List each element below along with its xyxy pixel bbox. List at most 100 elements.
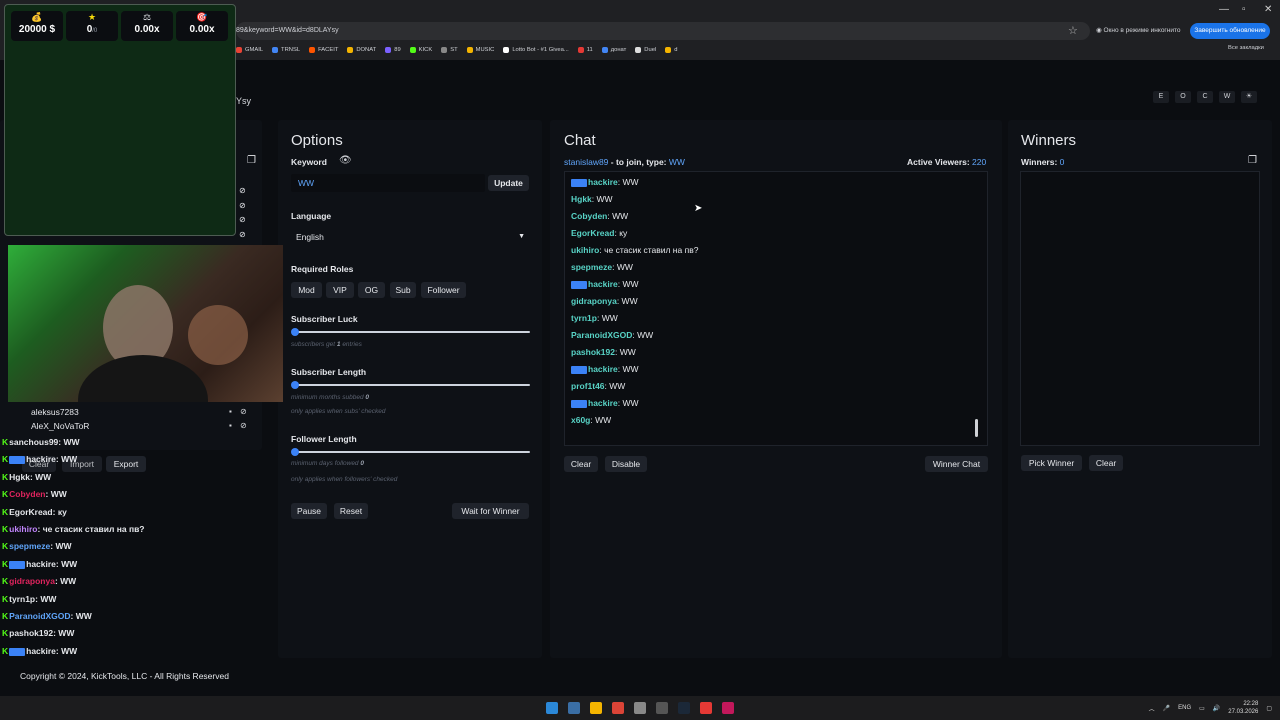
bookmark-label: донат xyxy=(610,47,627,53)
chat-username[interactable]: Hgkk xyxy=(571,194,592,204)
role-toggle-vip[interactable]: VIP xyxy=(326,282,354,298)
bookmark-item[interactable]: d xyxy=(665,43,677,57)
top-button[interactable]: W xyxy=(1219,91,1235,103)
keyword-input[interactable]: WW xyxy=(291,174,485,192)
sub-luck-slider[interactable] xyxy=(295,331,530,333)
bookmark-item[interactable]: 89 xyxy=(385,43,401,57)
language-select[interactable]: English ▼ xyxy=(291,228,529,246)
bookmark-item[interactable]: Duel xyxy=(635,43,656,57)
ban-icon[interactable]: ⊘ xyxy=(239,215,246,224)
chat-username[interactable]: pashok192 xyxy=(571,347,615,357)
chat-username[interactable]: prof1t46 xyxy=(571,381,605,391)
volume-icon[interactable]: 🔊 xyxy=(1213,705,1220,712)
network-icon[interactable]: ▭ xyxy=(1199,705,1205,712)
bookmark-item[interactable]: DONAT xyxy=(347,43,376,57)
copy-icon[interactable]: ❐ xyxy=(1248,155,1257,166)
role-toggle-sub[interactable]: Sub xyxy=(390,282,416,298)
top-button[interactable]: C xyxy=(1197,91,1213,103)
chat-username[interactable]: ParanoidXGOD xyxy=(571,330,632,340)
steam-icon[interactable] xyxy=(678,702,690,714)
settings-icon[interactable] xyxy=(656,702,668,714)
chevron-up-icon[interactable]: ︿ xyxy=(1149,704,1155,713)
remove-icon[interactable]: ▪ xyxy=(229,421,232,430)
wait-for-winner-button[interactable]: Wait for Winner xyxy=(452,503,529,519)
bookmark-item[interactable]: Lotto Bot - #1 Givea... xyxy=(503,43,569,57)
address-bar[interactable]: 89&keyword=WW&id=d8DLAYsy xyxy=(236,22,1090,40)
role-toggle-follower[interactable]: Follower xyxy=(421,282,466,298)
eye-icon[interactable]: 👁 xyxy=(339,155,352,166)
browser-update-button[interactable]: Завершить обновление xyxy=(1190,23,1270,39)
chat-username[interactable]: hackire xyxy=(588,364,618,374)
chat-username[interactable]: EgorKread xyxy=(571,228,614,238)
notification-icon[interactable]: ▢ xyxy=(1266,705,1272,712)
chat-text: WW xyxy=(622,279,639,289)
chat-username[interactable]: x60g xyxy=(571,415,590,425)
app-icon[interactable] xyxy=(722,702,734,714)
mic-icon[interactable]: 🎤 xyxy=(1163,705,1170,712)
ban-icon[interactable]: ⊘ xyxy=(239,230,246,239)
maximize-icon[interactable]: ▫ xyxy=(1242,4,1246,15)
ban-icon[interactable]: ⊘ xyxy=(239,186,246,195)
top-button[interactable]: E xyxy=(1153,91,1169,103)
top-button[interactable]: O xyxy=(1175,91,1191,103)
sub-luck-knob[interactable] xyxy=(291,328,299,336)
close-icon[interactable]: ✕ xyxy=(1264,4,1272,15)
chat-scrollbar[interactable] xyxy=(975,419,978,437)
chat-username[interactable]: spepmeze xyxy=(571,262,612,272)
bookmark-item[interactable]: MUSIC xyxy=(466,43,494,57)
ban-icon[interactable]: ⊘ xyxy=(239,201,246,210)
kick-chat-username: ParanoidXGOD xyxy=(9,611,71,621)
winners-clear-button[interactable]: Clear xyxy=(1089,455,1123,471)
chat-username[interactable]: Cobyden xyxy=(571,211,607,221)
chat-username[interactable]: hackire xyxy=(588,177,618,187)
chat-clear-button[interactable]: Clear xyxy=(564,456,598,472)
minimize-icon[interactable]: — xyxy=(1219,4,1229,15)
bookmark-item[interactable]: 11 xyxy=(577,43,593,57)
reset-button[interactable]: Reset xyxy=(334,503,368,519)
task-view-icon[interactable] xyxy=(568,702,580,714)
top-button[interactable]: ☀ xyxy=(1241,91,1257,103)
bookmark-item[interactable]: FACEIT xyxy=(309,43,338,57)
start-icon[interactable] xyxy=(546,702,558,714)
sub-length-knob[interactable] xyxy=(291,381,299,389)
chrome-icon[interactable] xyxy=(612,702,624,714)
bookmark-favicon-icon xyxy=(503,47,510,53)
sub-luck-label: Subscriber Luck xyxy=(291,314,358,324)
sub-length-slider[interactable] xyxy=(295,384,530,386)
update-keyword-button[interactable]: Update xyxy=(488,175,529,191)
chat-username[interactable]: hackire xyxy=(588,279,618,289)
bookmark-item[interactable]: TRNSL xyxy=(272,43,300,57)
bookmark-item[interactable]: GMAIL xyxy=(236,43,263,57)
keyword-label: Keyword xyxy=(291,157,327,167)
bookmark-star-icon[interactable]: ☆ xyxy=(1068,24,1078,37)
kick-chat-message: KCobyden: WW xyxy=(2,489,67,499)
bookmark-item[interactable]: донат xyxy=(601,43,627,57)
lang-indicator[interactable]: ENG xyxy=(1178,705,1191,711)
pick-winner-button[interactable]: Pick Winner xyxy=(1021,455,1082,471)
file-explorer-icon[interactable] xyxy=(590,702,602,714)
calculator-icon[interactable] xyxy=(634,702,646,714)
entrants-copy-icon[interactable]: ❐ xyxy=(247,155,256,166)
remove-icon[interactable]: ▪ xyxy=(229,407,232,416)
chat-disable-button[interactable]: Disable xyxy=(605,456,647,472)
follower-length-knob[interactable] xyxy=(291,448,299,456)
follower-length-slider[interactable] xyxy=(295,451,530,453)
bookmark-item[interactable]: KICK xyxy=(409,43,432,57)
role-toggle-mod[interactable]: Mod xyxy=(291,282,322,298)
all-bookmarks-link[interactable]: Все закладки xyxy=(1228,45,1264,51)
chrome-incognito-icon[interactable] xyxy=(700,702,712,714)
role-toggle-og[interactable]: OG xyxy=(358,282,385,298)
pause-button[interactable]: Pause xyxy=(291,503,327,519)
bookmark-item[interactable]: ST xyxy=(441,43,458,57)
ban-icon[interactable]: ⊘ xyxy=(240,407,247,416)
chat-username[interactable]: tyrn1p xyxy=(571,313,597,323)
bookmark-favicon-icon xyxy=(309,47,316,53)
winner-chat-button[interactable]: Winner Chat xyxy=(925,456,988,472)
kick-chat-text: WW xyxy=(63,437,80,447)
chat-username[interactable]: gidraponya xyxy=(571,296,617,306)
chat-username[interactable]: hackire xyxy=(588,398,618,408)
chat-messages[interactable]: sanchous99: WWhackire: WWHgkk: WWCobyden… xyxy=(564,171,988,446)
chat-username[interactable]: ukihiro xyxy=(571,245,599,255)
ban-icon[interactable]: ⊘ xyxy=(240,421,247,430)
clock[interactable]: 22:28 27.03.2026 xyxy=(1228,700,1258,716)
